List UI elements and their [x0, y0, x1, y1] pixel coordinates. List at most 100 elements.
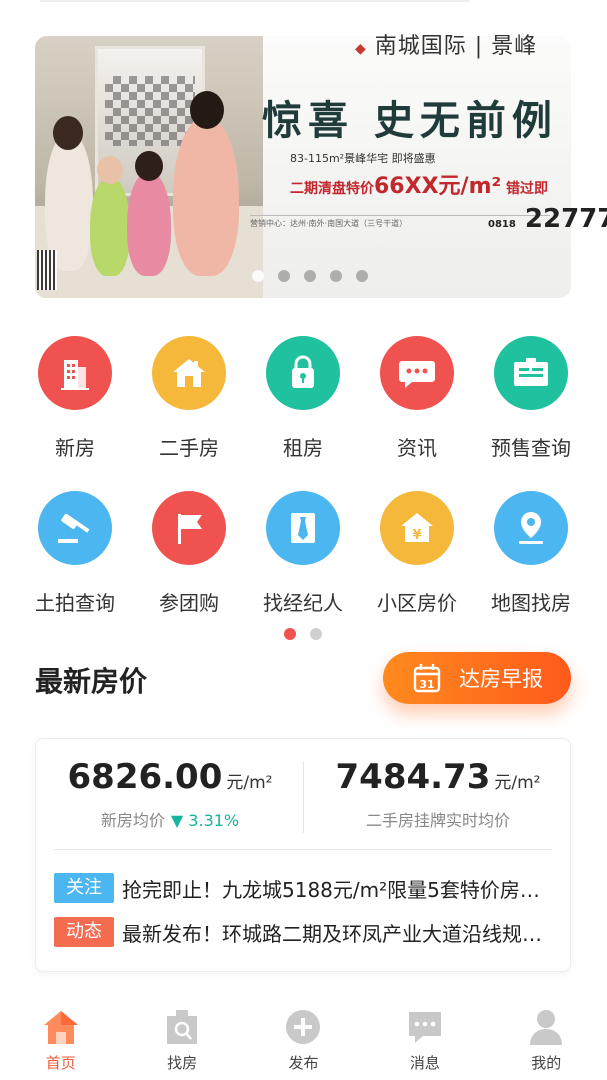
second-hand-price-label: 二手房挂牌实时均价 — [365, 811, 510, 830]
section-title: 最新房价 — [35, 665, 148, 698]
category-r2-0[interactable]: 土拍查询 — [18, 491, 132, 646]
banner-dot[interactable] — [330, 270, 342, 282]
top-divider — [40, 0, 470, 2]
second-hand-price[interactable]: 7484.73 元/m² 二手房挂牌实时均价 — [304, 757, 572, 831]
banner-dot[interactable] — [356, 270, 368, 282]
head-girl — [135, 151, 163, 181]
head-mother — [53, 116, 83, 150]
user-icon — [486, 1004, 607, 1046]
building-icon — [38, 336, 112, 410]
tab-user[interactable]: 我的 — [486, 1004, 607, 1080]
category-label: 资讯 — [397, 436, 437, 460]
checker-floor — [105, 76, 195, 146]
tab-plus-circle[interactable]: 发布 — [243, 1004, 364, 1080]
category-label: 租房 — [283, 436, 323, 460]
tab-home[interactable]: 首页 — [0, 1004, 121, 1080]
price-card: 6826.00 元/m² 新房均价 ▼ 3.31% 7484.73 元/m² 二手房挂… — [35, 738, 571, 972]
news-headline: 抢完即止！九龙城5188元/m²限量5套特价房，火爆认购中 — [122, 877, 552, 902]
hotline-area-code: 0818 — [488, 219, 516, 230]
banner-brand-name: 南城国际 — [374, 34, 467, 59]
category-r2-3[interactable]: ¥ 小区房价 — [360, 491, 474, 646]
banner-price-line: 二期清盘特价66XX元/m² 错过即 — [290, 168, 548, 200]
person-father — [173, 116, 239, 276]
tab-label: 首页 — [45, 1054, 76, 1072]
tab-label: 我的 — [531, 1054, 562, 1072]
new-house-price-label: 新房均价 — [100, 811, 165, 830]
banner-price-suffix: 错过即 — [506, 181, 549, 197]
banner-subline: 83-115m²景峰华宅 即将盛惠 — [290, 152, 436, 165]
category-label: 新房 — [55, 436, 95, 460]
category-r1-3[interactable]: 资讯 — [360, 336, 474, 491]
promo-banner[interactable] — [35, 36, 571, 298]
banner-price-prefix: 二期清盘特价 — [290, 181, 374, 197]
category-r1-4[interactable]: 预售查询 — [474, 336, 588, 491]
grid-page-dot[interactable] — [310, 628, 322, 640]
tab-label: 消息 — [409, 1054, 440, 1072]
banner-pagination[interactable] — [252, 270, 368, 282]
news-tag-update: 动态 — [54, 917, 114, 947]
category-r1-0[interactable]: 新房 — [18, 336, 132, 491]
category-label: 地图找房 — [491, 591, 571, 615]
gavel-icon — [38, 491, 112, 565]
category-label: 找经纪人 — [263, 591, 343, 615]
id-card-icon — [494, 336, 568, 410]
banner-brand: ◆ 南城国际 | 景峰 — [355, 34, 538, 59]
category-label: 预售查询 — [491, 436, 571, 460]
head-boy — [97, 156, 123, 184]
new-house-price-value: 6826.00 — [67, 757, 223, 797]
new-house-price[interactable]: 6826.00 元/m² 新房均价 ▼ 3.31% — [36, 757, 304, 831]
news-headline: 最新发布！环城路二期及环凤产业大道沿线规划公示 — [122, 921, 552, 946]
family-photo — [35, 36, 263, 298]
ad-panel — [263, 36, 571, 298]
category-label: 土拍查询 — [35, 591, 115, 615]
svg-text:31: 31 — [419, 678, 434, 691]
head-father — [190, 91, 224, 129]
banner-brand-suffix: 景峰 — [491, 34, 538, 59]
home-icon — [0, 1004, 121, 1046]
category-r2-4[interactable]: 地图找房 — [474, 491, 588, 646]
daily-report-button[interactable]: 31 达房早报 — [383, 652, 571, 704]
trend-down-icon: ▼ — [170, 811, 184, 830]
category-grid: 新房 二手房 租房 资讯 预售查询 土拍查询 参团购 找经纪人 ¥ 小区房价 地图找房 — [18, 336, 588, 646]
news-item[interactable]: 关注 抢完即止！九龙城5188元/m²限量5套特价房，火爆认购中 — [54, 873, 554, 903]
person-girl — [127, 171, 171, 276]
banner-hotline: 0818 227777 — [488, 204, 607, 234]
category-label: 小区房价 — [377, 591, 457, 615]
new-house-price-unit: 元/m² — [226, 773, 273, 793]
category-row-2: 土拍查询 参团购 找经纪人 ¥ 小区房价 地图找房 — [18, 491, 588, 646]
news-tag-follow: 关注 — [54, 873, 114, 903]
plus-circle-icon — [243, 1004, 364, 1046]
flag-icon — [152, 491, 226, 565]
news-item[interactable]: 动态 最新发布！环城路二期及环凤产业大道沿线规划公示 — [54, 917, 554, 947]
message-icon — [364, 1004, 485, 1046]
second-hand-price-unit: 元/m² — [494, 773, 541, 793]
svg-text:¥: ¥ — [412, 528, 421, 543]
map-pin-icon — [494, 491, 568, 565]
second-hand-price-value: 7484.73 — [335, 757, 491, 797]
yen-house-icon: ¥ — [380, 491, 454, 565]
tab-message[interactable]: 消息 — [364, 1004, 485, 1080]
calendar-icon: 31 — [413, 664, 441, 693]
category-label: 二手房 — [159, 436, 219, 460]
tie-icon — [266, 491, 340, 565]
lock-bag-icon — [266, 336, 340, 410]
banner-slogan: 惊喜 史无前例 — [262, 97, 558, 144]
tab-find-house[interactable]: 找房 — [121, 1004, 242, 1080]
daily-report-label: 达房早报 — [459, 667, 543, 691]
person-boy — [90, 176, 130, 276]
grid-pagination[interactable] — [284, 628, 322, 640]
category-row-1: 新房 二手房 租房 资讯 预售查询 — [18, 336, 588, 491]
category-r2-1[interactable]: 参团购 — [132, 491, 246, 646]
banner-dot[interactable] — [252, 270, 264, 282]
banner-dot[interactable] — [304, 270, 316, 282]
tab-label: 找房 — [167, 1054, 198, 1072]
category-r1-1[interactable]: 二手房 — [132, 336, 246, 491]
category-r2-2[interactable]: 找经纪人 — [246, 491, 360, 646]
chat-bubble-icon — [380, 336, 454, 410]
banner-dot[interactable] — [278, 270, 290, 282]
category-r1-2[interactable]: 租房 — [246, 336, 360, 491]
grid-page-dot[interactable] — [284, 628, 296, 640]
news-divider — [54, 849, 552, 850]
find-house-icon — [121, 1004, 242, 1046]
qr-code-icon — [37, 250, 57, 290]
